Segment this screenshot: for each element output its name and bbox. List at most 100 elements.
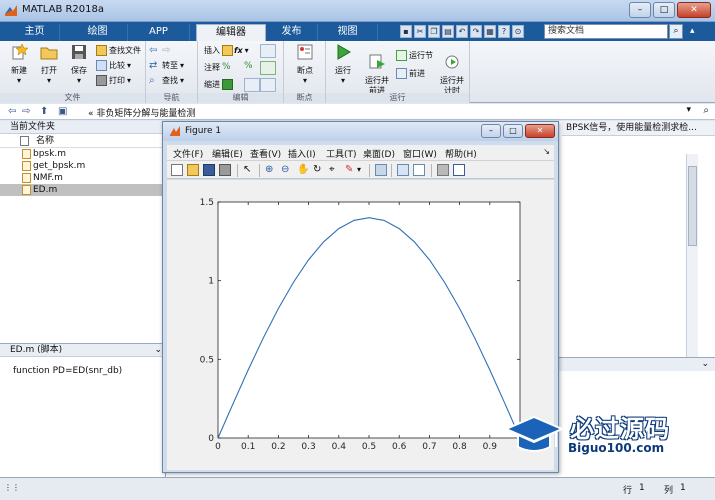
- run-section-button[interactable]: 运行节: [396, 49, 433, 62]
- redo-quick-icon[interactable]: ↷: [470, 25, 482, 38]
- advance-icon: [396, 68, 407, 79]
- path-dropdown-icon[interactable]: ▾: [686, 105, 691, 115]
- toolbar-separator: [431, 164, 432, 177]
- goto-button[interactable]: ⇄ 转至 ▾: [149, 59, 184, 72]
- wrap-comments-icon[interactable]: [260, 61, 276, 75]
- minimize-button[interactable]: –: [629, 2, 651, 18]
- tab-plots[interactable]: 绘图: [68, 24, 128, 41]
- ribbon-section-breakpoints: 断点 ▾ 断点: [284, 41, 326, 103]
- open-file-icon[interactable]: [187, 164, 199, 176]
- save-button[interactable]: 保存 ▾: [64, 43, 94, 86]
- file-item[interactable]: get_bpsk.m: [0, 160, 165, 172]
- save-figure-icon[interactable]: [203, 164, 215, 176]
- menu-window[interactable]: 窗口(W): [403, 147, 437, 160]
- print-figure-icon[interactable]: [219, 164, 231, 176]
- run-and-time-button[interactable]: 运行并 计时: [436, 43, 468, 96]
- collapse-ribbon-icon[interactable]: ▴: [690, 26, 702, 38]
- maximize-button[interactable]: □: [653, 2, 675, 18]
- browse-folder-icon[interactable]: ▣: [58, 106, 67, 117]
- switch-windows-icon[interactable]: ▦: [484, 25, 496, 38]
- insert-legend-icon[interactable]: [413, 164, 425, 176]
- tab-publish[interactable]: 发布: [266, 24, 318, 41]
- breakpoints-button[interactable]: 断点 ▾: [290, 43, 320, 86]
- search-folder-icon[interactable]: ⌕: [703, 105, 709, 116]
- figure-minimize-button[interactable]: –: [481, 124, 501, 138]
- open-button[interactable]: 打开 ▾: [34, 43, 64, 86]
- edit-plot-arrow-icon[interactable]: ↖: [243, 164, 255, 176]
- chevron-down-icon[interactable]: ⌄: [701, 359, 709, 369]
- figure-close-button[interactable]: ✕: [525, 124, 555, 138]
- menu-dock-icon[interactable]: ↘: [543, 147, 550, 156]
- run-button[interactable]: 运行 ▾: [328, 43, 358, 86]
- menu-help[interactable]: 帮助(H): [445, 147, 477, 160]
- data-cursor-icon[interactable]: ⌖: [329, 164, 341, 176]
- indent-decrease-icon[interactable]: [260, 78, 276, 92]
- cut-quick-icon[interactable]: ✂: [414, 25, 426, 38]
- menu-tools[interactable]: 工具(T): [326, 147, 357, 160]
- brush-dropdown-icon[interactable]: ▾: [357, 164, 369, 176]
- show-plot-tools-icon[interactable]: [453, 164, 465, 176]
- chevron-down-icon[interactable]: ⌄: [154, 344, 162, 357]
- link-plot-icon[interactable]: [375, 164, 387, 176]
- search-icon[interactable]: ⌕: [669, 24, 683, 39]
- indent-increase-icon[interactable]: [244, 78, 260, 92]
- find-magnifier-icon: ⌕: [149, 75, 155, 86]
- indent-button[interactable]: 缩进: [204, 78, 233, 91]
- file-item[interactable]: bpsk.m: [0, 148, 165, 160]
- figure-maximize-button[interactable]: □: [503, 124, 523, 138]
- find-button[interactable]: ⌕ 查找 ▾: [149, 74, 184, 87]
- comment-button[interactable]: 注释 %: [204, 61, 233, 74]
- find-files-button[interactable]: 查找文件: [96, 44, 141, 57]
- brush-icon[interactable]: ✎: [345, 164, 357, 176]
- search-docs-input[interactable]: 搜索文档: [544, 24, 668, 39]
- name-column-header[interactable]: 名称: [0, 134, 165, 148]
- menu-file[interactable]: 文件(F): [173, 147, 203, 160]
- menu-edit[interactable]: 编辑(E): [212, 147, 243, 160]
- uncomment-icon[interactable]: %: [244, 61, 260, 75]
- file-item[interactable]: NMF.m: [0, 172, 165, 184]
- hide-plot-tools-icon[interactable]: [437, 164, 449, 176]
- rotate-3d-icon[interactable]: ↻: [313, 164, 325, 176]
- tab-home[interactable]: 主页: [10, 24, 60, 41]
- advance-button[interactable]: 前进: [396, 67, 425, 80]
- pan-hand-icon[interactable]: ✋: [297, 164, 309, 176]
- new-button[interactable]: 新建 ▾: [4, 43, 34, 86]
- file-item-selected[interactable]: ED.m: [0, 184, 165, 196]
- current-path[interactable]: « 非负矩阵分解与能量检测: [88, 106, 195, 119]
- up-folder-icon[interactable]: ⬆: [40, 106, 48, 117]
- menu-desktop[interactable]: 桌面(D): [363, 147, 395, 160]
- new-figure-icon[interactable]: [171, 164, 183, 176]
- toolbar-separator: [369, 164, 370, 177]
- zoom-in-icon[interactable]: ⊕: [265, 164, 277, 176]
- m-file-icon: [22, 185, 31, 195]
- fx-button[interactable]: fx ▾: [234, 44, 249, 57]
- details-panel: function PD=ED(snr_db): [0, 357, 166, 477]
- forward-arrow-icon[interactable]: ⇨: [22, 106, 30, 117]
- scroll-thumb[interactable]: [688, 166, 697, 246]
- undo-quick-icon[interactable]: ↶: [456, 25, 468, 38]
- zoom-out-icon[interactable]: ⊖: [281, 164, 293, 176]
- help-quick-icon[interactable]: ?: [498, 25, 510, 38]
- run-advance-button[interactable]: 运行并 前进: [360, 43, 394, 96]
- save-quick-icon[interactable]: ▪: [400, 25, 412, 38]
- print-button[interactable]: 打印 ▾: [96, 74, 131, 87]
- tab-editor[interactable]: 编辑器: [196, 24, 266, 41]
- y-tick-label: 1: [208, 277, 214, 287]
- insert-button[interactable]: 插入: [204, 44, 233, 57]
- menu-insert[interactable]: 插入(I): [288, 147, 316, 160]
- tab-apps[interactable]: APP: [128, 24, 190, 41]
- insert-colorbar-icon[interactable]: [397, 164, 409, 176]
- back-forward-buttons[interactable]: ⇦ ⇨: [149, 44, 173, 57]
- back-arrow-icon[interactable]: ⇦: [8, 106, 16, 117]
- community-icon[interactable]: ⊙: [512, 25, 524, 38]
- paste-quick-icon[interactable]: ▤: [442, 25, 454, 38]
- title-bar: MATLAB R2018a – □ ✕: [0, 0, 715, 22]
- editor-snippet: BPSK信号，使用能量检测求检...: [562, 121, 715, 136]
- editor-scrollbar[interactable]: [686, 154, 698, 359]
- tab-view[interactable]: 视图: [318, 24, 378, 41]
- close-button[interactable]: ✕: [677, 2, 711, 18]
- menu-view[interactable]: 查看(V): [250, 147, 281, 160]
- compare-button[interactable]: 比较 ▾: [96, 59, 131, 72]
- copy-quick-icon[interactable]: ❐: [428, 25, 440, 38]
- insert-function-icon[interactable]: [260, 44, 276, 58]
